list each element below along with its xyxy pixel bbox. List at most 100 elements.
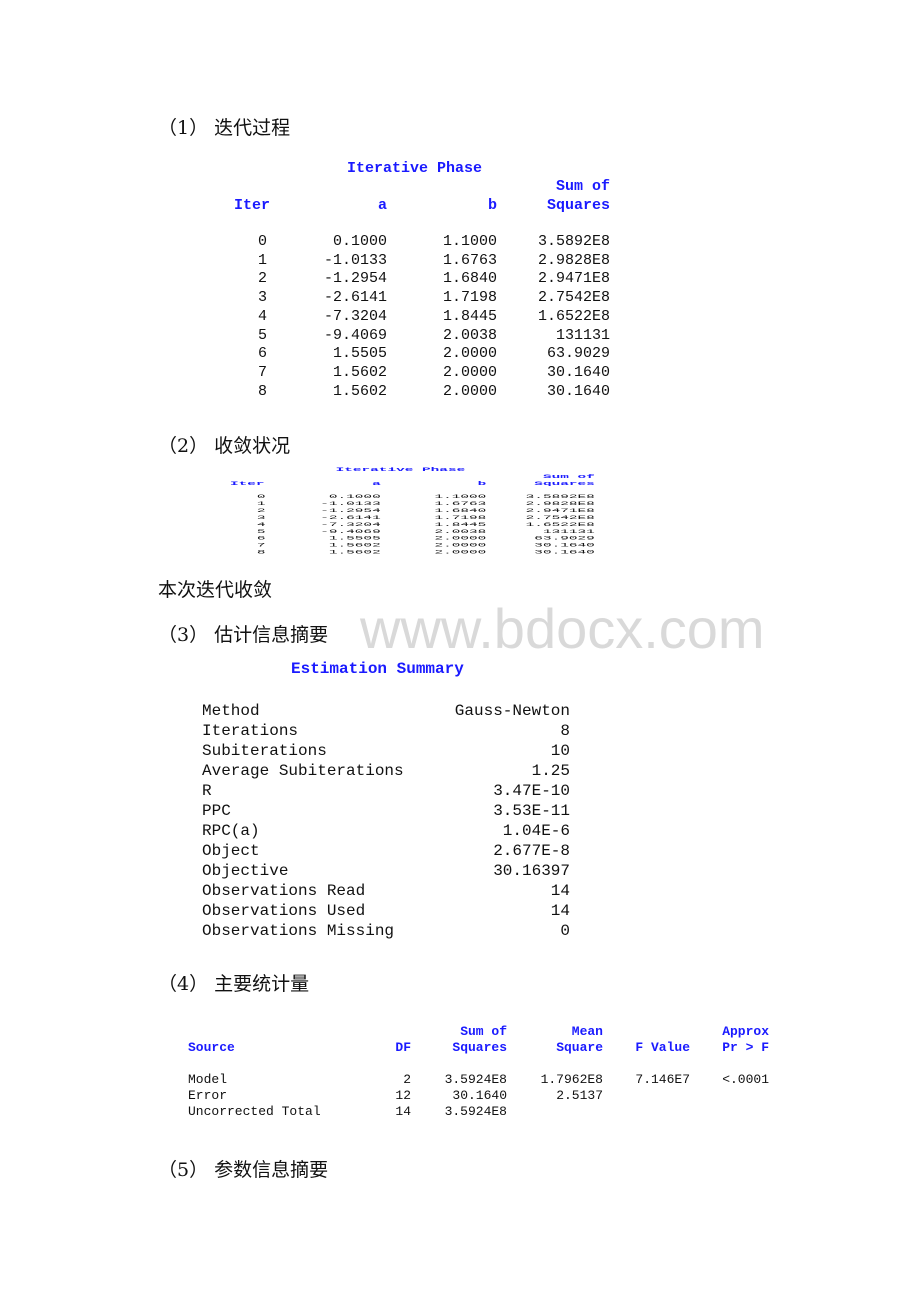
- cell-b: 2.0000: [434, 535, 487, 542]
- header-source: Source: [188, 1040, 235, 1055]
- cell-b: 1.6763: [434, 500, 487, 507]
- cell-sum-of-squares: 30.1640: [452, 1088, 507, 1103]
- summary-label: R: [202, 782, 212, 800]
- header-f-value: F Value: [635, 1040, 690, 1055]
- summary-value: 3.53E-11: [493, 802, 570, 820]
- cell-a: -2.6141: [323, 289, 387, 307]
- estimation-summary-table: Method Gauss-Newton Iterations 8 Subiteratio…: [202, 701, 570, 946]
- cell-b: 1.8445: [434, 521, 487, 528]
- cell-df: 12: [395, 1088, 411, 1103]
- cell-a: 1.5602: [328, 549, 381, 556]
- header-iter: Iter: [234, 197, 271, 214]
- summary-value: 2.677E-8: [493, 842, 570, 860]
- cell-b: 1.6840: [442, 270, 497, 288]
- summary-label: Objective: [202, 862, 289, 880]
- header-b: b: [477, 480, 487, 487]
- cell-b: 2.0000: [442, 382, 497, 400]
- header-p-line2: Pr > F: [722, 1040, 769, 1055]
- cell-a: -2.6141: [320, 514, 381, 521]
- cell-iter: 2: [256, 507, 266, 514]
- cell-a: 1.5602: [332, 363, 387, 381]
- cell-sum-of-squares: 2.9828E8: [525, 500, 595, 507]
- cell-a: -7.3204: [320, 521, 381, 528]
- summary-label: Iterations: [202, 722, 299, 740]
- cell-mean-square: 2.5137: [556, 1088, 603, 1103]
- cell-sum-of-squares: 3.5892E8: [525, 493, 595, 501]
- cell-sum-of-squares: 2.7542E8: [537, 289, 610, 307]
- summary-value: 14: [550, 882, 570, 900]
- cell-df: 2: [403, 1072, 411, 1087]
- summary-value: 1.25: [531, 762, 570, 780]
- iterative-phase-title: Iterative Phase: [347, 160, 483, 177]
- watermark: www.bdocx.com: [360, 597, 765, 660]
- summary-label: Method: [202, 702, 260, 720]
- cell-sum-of-squares: 2.9471E8: [537, 270, 610, 288]
- cell-sum-of-squares: 1.6522E8: [537, 307, 610, 325]
- cell-iter: 7: [256, 542, 266, 549]
- cell-iter: 6: [258, 345, 268, 363]
- summary-value: 8: [560, 722, 570, 740]
- cell-a: 1.5602: [328, 542, 381, 549]
- cell-iter: 8: [258, 382, 268, 400]
- cell-b: 2.0000: [442, 363, 497, 381]
- cell-sum-of-squares: 30.1640: [546, 382, 610, 400]
- cell-b: 1.1000: [434, 493, 487, 501]
- cell-b: 2.0038: [434, 528, 487, 535]
- cell-iter: 1: [258, 251, 268, 269]
- cell-a: -1.0133: [320, 500, 381, 507]
- header-ss-line1: Sum of: [542, 473, 595, 480]
- cell-iter: 8: [256, 549, 266, 556]
- cell-iter: 6: [256, 535, 266, 542]
- header-ss-line2: Squares: [452, 1040, 507, 1055]
- section-heading-convergence: （2） 收敛状况: [158, 435, 291, 457]
- iterative-phase-table: Iterative Phase Sum of Iter a b Squares …: [230, 158, 620, 408]
- summary-value: 10: [550, 742, 570, 760]
- cell-a: 0.1000: [332, 233, 387, 250]
- header-iter: Iter: [230, 480, 265, 487]
- cell-b: 2.0038: [442, 326, 497, 344]
- cell-a: 1.5602: [332, 382, 387, 400]
- cell-p-value: <.0001: [722, 1072, 769, 1087]
- cell-a: -1.2954: [323, 270, 387, 288]
- summary-value: 3.47E-10: [493, 782, 570, 800]
- summary-label: RPC(a): [202, 822, 260, 840]
- summary-value: 30.16397: [493, 862, 570, 880]
- cell-sum-of-squares: 3.5924E8: [444, 1104, 507, 1119]
- cell-sum-of-squares: 30.1640: [546, 363, 610, 381]
- summary-value: 14: [550, 902, 570, 920]
- cell-source: Uncorrected Total: [188, 1104, 321, 1119]
- header-ss-line2: Squares: [534, 480, 595, 487]
- cell-a: 1.5505: [332, 345, 387, 363]
- cell-iter: 0: [256, 493, 266, 501]
- cell-iter: 1: [256, 500, 266, 507]
- header-ss-line2: Squares: [546, 197, 610, 214]
- cell-b: 1.7198: [434, 514, 487, 521]
- summary-label: PPC: [202, 802, 231, 820]
- cell-a: -9.4069: [320, 528, 381, 535]
- cell-b: 1.1000: [442, 233, 497, 250]
- header-ms-line1: Mean: [571, 1024, 603, 1039]
- cell-source: Model: [188, 1072, 228, 1087]
- cell-b: 1.6840: [434, 507, 487, 514]
- cell-sum-of-squares: 3.5892E8: [537, 233, 610, 250]
- section-heading-iteration-process: （1） 迭代过程: [158, 117, 291, 139]
- cell-sum-of-squares: 63.9029: [534, 535, 595, 542]
- cell-b: 1.6763: [442, 251, 497, 269]
- summary-label: Object: [202, 842, 260, 860]
- cell-a: 0.1000: [328, 493, 381, 501]
- summary-label: Observations Read: [202, 882, 366, 900]
- cell-b: 2.0000: [434, 542, 487, 549]
- cell-a: -1.2954: [320, 507, 381, 514]
- cell-sum-of-squares: 131131: [542, 528, 595, 535]
- header-ms-line2: Square: [556, 1040, 603, 1055]
- cell-sum-of-squares: 30.1640: [534, 542, 595, 549]
- cell-iter: 2: [258, 270, 268, 288]
- cell-iter: 5: [258, 326, 268, 344]
- cell-a: 1.5505: [328, 535, 381, 542]
- cell-iter: 3: [256, 514, 266, 521]
- estimation-summary-title: Estimation Summary: [291, 660, 464, 678]
- header-ss-line1: Sum of: [555, 178, 610, 195]
- iterative-phase-title: Iterative Phase: [335, 466, 466, 474]
- summary-label: Observations Used: [202, 902, 366, 920]
- cell-sum-of-squares: 63.9029: [546, 345, 610, 363]
